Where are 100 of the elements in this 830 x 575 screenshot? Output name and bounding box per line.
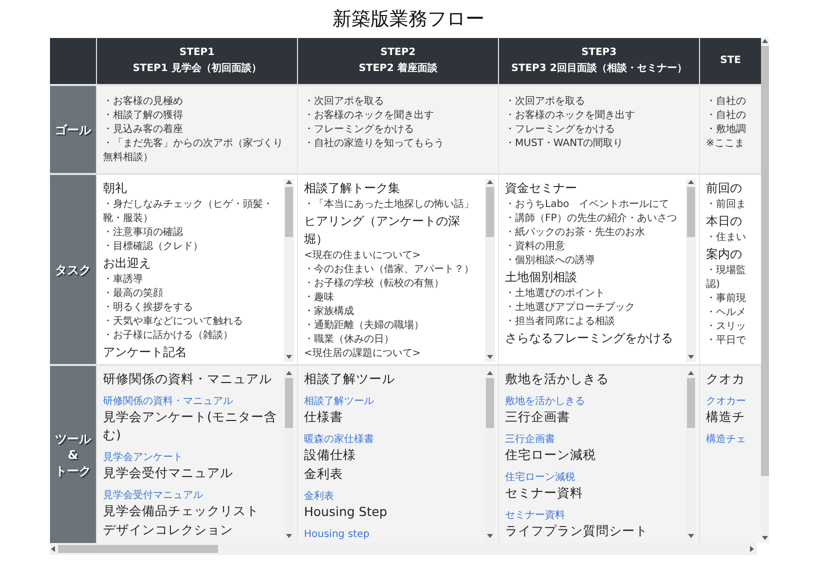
document-link[interactable]: 相談了解ツール (304, 396, 374, 407)
document-link[interactable]: 金利表 (304, 491, 334, 502)
list-item: ・今のお住まい（借家、アパート？） (304, 263, 475, 277)
document-link[interactable]: 見学会受付マニュアル (103, 490, 203, 501)
document-link[interactable]: 暖森の家仕様書 (304, 434, 374, 445)
row-label: タスク (50, 175, 96, 364)
list-item: ・MUST・WANTの間取り (505, 137, 624, 151)
document-link[interactable]: Housing step (304, 529, 370, 540)
document-link[interactable]: セミナー資料 (505, 510, 565, 521)
section-heading: 設備仕様 (304, 446, 357, 464)
list-item: ・天気や車などについて触れる (103, 315, 244, 329)
section-heading: 見学会アンケート(モニター含む) (103, 408, 278, 444)
document-link[interactable]: 構造チェ (706, 434, 746, 445)
list-item: ・ヘルメ (706, 306, 747, 320)
horizontal-scrollbar[interactable] (50, 543, 757, 555)
section-heading: 相談了解ツール (304, 370, 396, 388)
row-label: ツール & トーク (50, 366, 96, 543)
scrollbar[interactable] (485, 179, 495, 362)
document-link[interactable]: 住宅ローン減税 (505, 472, 575, 483)
section-heading: 相談了解トーク集 (304, 180, 401, 197)
list-item: ・フレーミングをかける (505, 123, 616, 137)
scrollbar-thumb[interactable] (687, 378, 695, 428)
scrollbar[interactable] (284, 179, 294, 362)
list-item: ・お子様に話かける（雑談） (103, 329, 234, 343)
scroll-arrow-icon[interactable] (285, 179, 293, 187)
page-title: 新築版業務フロー (332, 7, 486, 32)
list-item: ・講師（FP）の先生の紹介・あいさつ (505, 212, 678, 226)
list-item: ・最高の笑顔 (103, 287, 164, 301)
section-heading: 住宅ローン減税 (505, 446, 597, 464)
list-item: ・お子様の学校（転校の有無） (304, 277, 445, 291)
scrollbar-thumb[interactable] (58, 545, 218, 553)
list-item: ・趣味 (304, 291, 335, 305)
section-heading: 土地個別相談 (505, 269, 578, 286)
scrollbar-thumb[interactable] (486, 187, 494, 237)
list-item: 認) (706, 278, 721, 292)
document-link[interactable]: 三行企画書 (505, 434, 555, 445)
scroll-arrow-icon[interactable] (761, 38, 769, 46)
section-heading: 見学会備品チェックリスト (103, 502, 260, 520)
list-item: ・お客様のネックを聞き出す (505, 109, 636, 123)
list-item: ・土地選びのポイント (505, 287, 606, 301)
scrollbar-thumb[interactable] (285, 187, 293, 237)
document-link[interactable]: クオカー (706, 396, 746, 407)
list-item: ・「まだ先客」からの次アポ（家づくり無料相談） (103, 137, 284, 165)
section-heading: 朝礼 (103, 180, 128, 197)
scroll-arrow-icon[interactable] (687, 179, 695, 187)
section-heading: アンケート記名 (103, 344, 188, 361)
section-heading: 研修関係の資料・マニュアル (103, 370, 273, 388)
list-item: ・次回アポを取る (304, 95, 385, 109)
scrollbar-thumb[interactable] (285, 378, 293, 428)
list-item: ・注意事項の確認 (103, 226, 184, 240)
scrollbar[interactable] (686, 179, 696, 362)
row-label: ゴール (50, 86, 96, 173)
list-item: ・通勤距離（夫婦の職場） (304, 319, 425, 333)
section-heading: デザインコレクション (103, 521, 234, 539)
list-item: ・自社の家造りを知ってもらう (304, 137, 445, 151)
scroll-arrow-icon[interactable] (486, 179, 494, 187)
list-item: ・資料の用意 (505, 240, 566, 254)
section-heading: ヒアリング（アンケートの深堀） (304, 213, 461, 248)
section-heading: クオカ (706, 370, 746, 388)
section-heading: さらなるフレーミングをかける (505, 330, 674, 347)
list-item: ・自社の (706, 95, 747, 109)
section-heading: 案内の (706, 246, 743, 263)
scrollbar-thumb[interactable] (486, 378, 494, 428)
scrollbar-thumb[interactable] (687, 187, 695, 237)
list-item: ・車誘導 (103, 273, 144, 287)
section-heading: 資金セミナー (505, 180, 578, 197)
document-link[interactable]: 研修関係の資料・マニュアル (103, 396, 233, 407)
list-item: ・平日で (706, 334, 747, 348)
section-heading: お出迎え (103, 255, 152, 272)
header-corner (50, 38, 96, 84)
section-heading: 仕様書 (304, 408, 344, 426)
list-item: ・おうちLabo イベントホールにて (505, 198, 670, 212)
list-item: ・個別相談への誘導 (505, 254, 596, 268)
section-heading: 三行企画書 (505, 408, 571, 426)
document-link[interactable]: 敷地を活かしきる (505, 396, 585, 407)
list-item: ・目標確認（クレド） (103, 240, 204, 254)
list-item: ・前回ま (706, 198, 747, 212)
list-item: ・フレーミングをかける (304, 123, 415, 137)
list-item: ・担当者同席による相談 (505, 315, 616, 329)
list-item: ・事前現 (706, 292, 747, 306)
column-header: STEP2 STEP2 着座面談 (298, 38, 498, 84)
list-item: ・敷地調 (706, 123, 747, 137)
section-heading: 敷地を活かしきる (505, 370, 610, 388)
list-item: ・相談了解の獲得 (103, 109, 184, 123)
list-item: ・スリッ (706, 320, 747, 334)
section-heading: セミナー資料 (505, 484, 584, 502)
list-item: ・住まい (706, 231, 747, 245)
list-item: <現在の住まいについて> (304, 249, 422, 263)
list-item: ・見込み客の着座 (103, 123, 184, 137)
section-heading: ライフプラン質問シート (505, 522, 649, 540)
scroll-arrow-icon[interactable] (50, 545, 58, 553)
document-link[interactable]: 見学会アンケート (103, 452, 183, 463)
list-item: ・身だしなみチェック（ヒゲ・頭髪・靴・服装） (103, 198, 274, 226)
column-header: STEP3 STEP3 2回目面談（相談・セミナー） (499, 38, 699, 84)
list-item: ※ここま (706, 137, 746, 151)
list-item: ・「本当にあった土地探しの怖い話」 (304, 198, 475, 212)
list-item: ・紙パックのお茶・先生のお水 (505, 226, 646, 240)
column-header: STE (700, 38, 761, 84)
list-item: ・職業（休みの日） (304, 333, 395, 347)
list-item: ・自社の (706, 109, 747, 123)
